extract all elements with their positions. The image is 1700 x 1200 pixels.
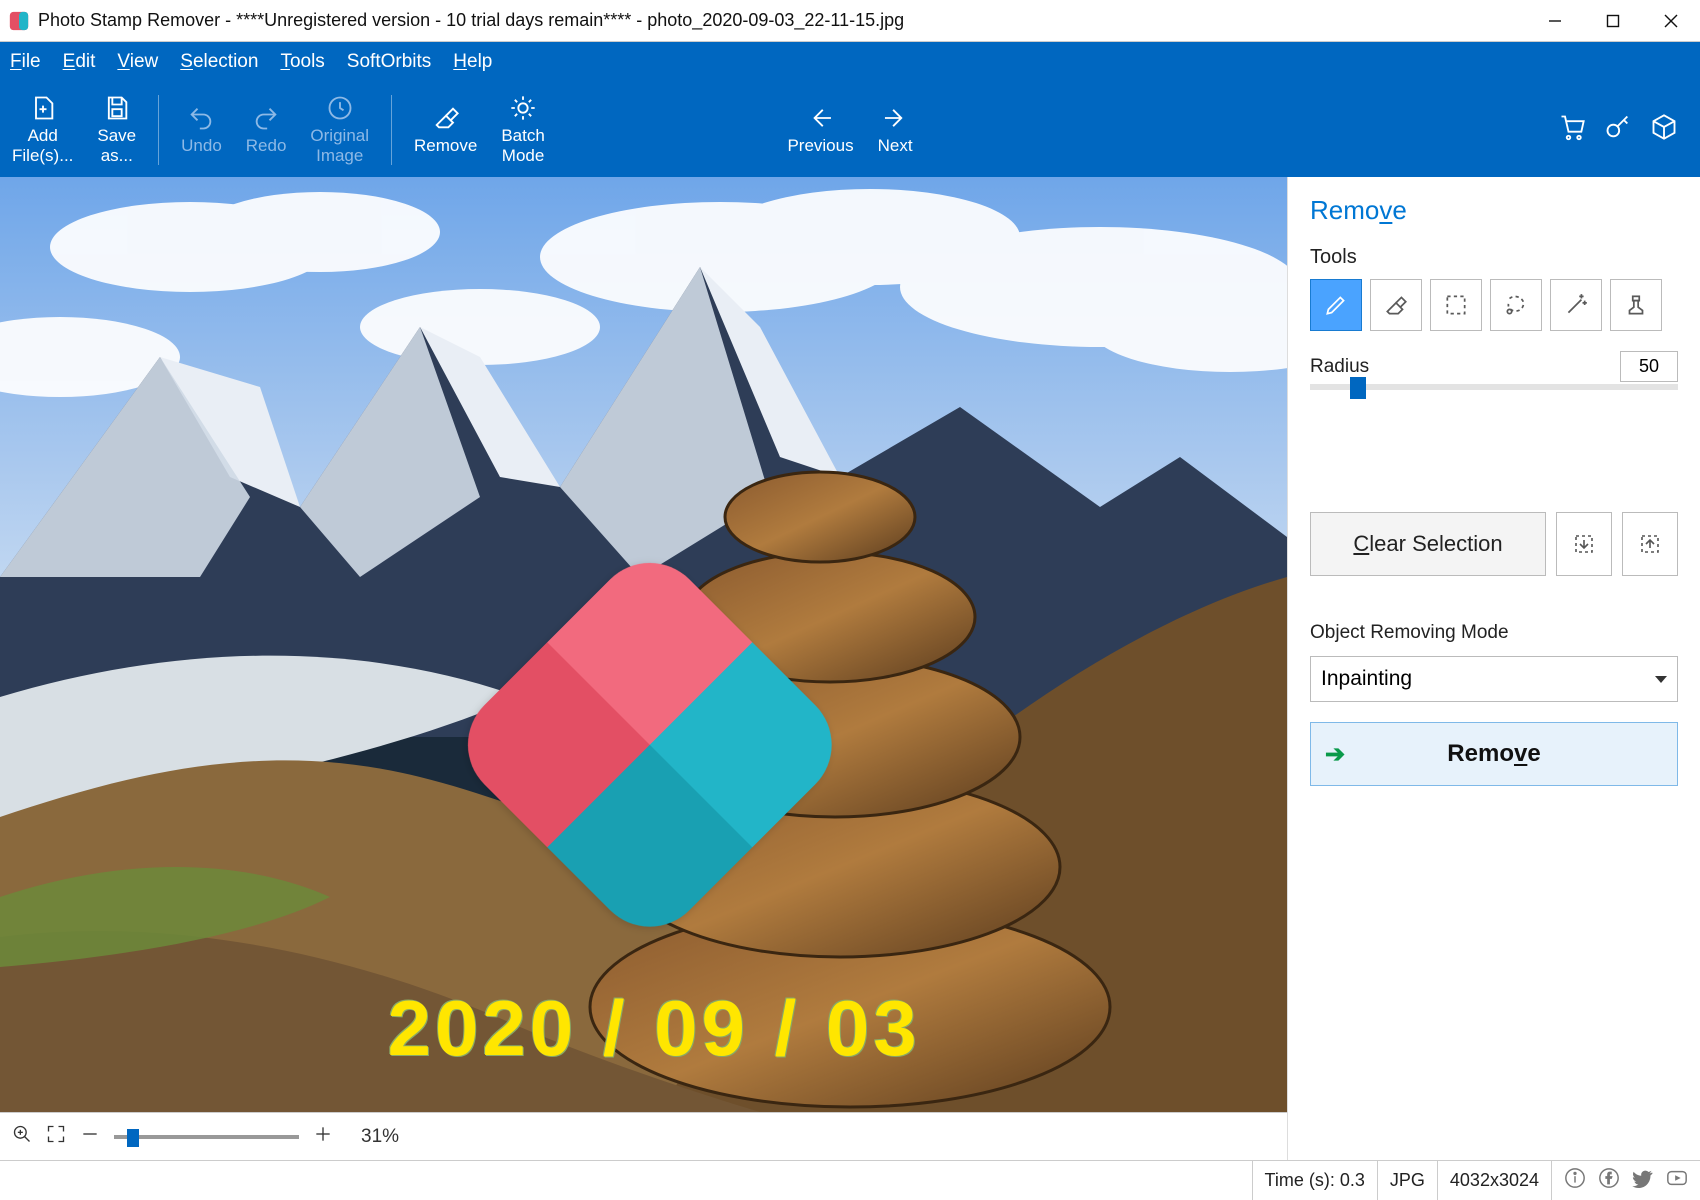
marker-tool[interactable] — [1310, 279, 1362, 331]
mode-value: Inpainting — [1321, 667, 1412, 691]
eraser-tool[interactable] — [1370, 279, 1422, 331]
close-button[interactable] — [1642, 0, 1700, 41]
remove-button-toolbar[interactable]: Remove — [402, 82, 489, 177]
status-dims: 4032x3024 — [1437, 1161, 1551, 1200]
date-stamp: 2020 / 09 / 03 — [388, 983, 921, 1074]
arrow-right-icon: ➔ — [1325, 740, 1345, 769]
clear-selection-button[interactable]: Clear Selection — [1310, 512, 1546, 576]
undo-button[interactable]: Undo — [169, 82, 234, 177]
zoom-bar: 31% — [0, 1112, 1287, 1160]
radius-input[interactable] — [1620, 351, 1678, 382]
remove-button[interactable]: ➔ Remove — [1310, 722, 1678, 786]
original-image-button[interactable]: Original Image — [298, 82, 381, 177]
status-format: JPG — [1377, 1161, 1437, 1200]
radius-slider[interactable] — [1310, 384, 1678, 390]
menu-view[interactable]: View — [117, 51, 158, 73]
minimize-button[interactable] — [1526, 0, 1584, 41]
mode-combo[interactable]: Inpainting — [1310, 656, 1678, 702]
key-icon[interactable] — [1604, 113, 1632, 146]
clone-stamp-tool[interactable] — [1610, 279, 1662, 331]
rectangle-select-tool[interactable] — [1430, 279, 1482, 331]
app-icon — [8, 10, 30, 32]
menu-help[interactable]: Help — [453, 51, 492, 73]
previous-button[interactable]: Previous — [775, 82, 865, 177]
mode-label: Object Removing Mode — [1310, 622, 1678, 644]
menu-softorbits[interactable]: SoftOrbits — [347, 51, 431, 73]
redo-button[interactable]: Redo — [234, 82, 299, 177]
facebook-icon[interactable] — [1598, 1167, 1620, 1194]
youtube-icon[interactable] — [1666, 1167, 1688, 1194]
save-selection-button[interactable] — [1556, 512, 1612, 576]
save-as-button[interactable]: Save as... — [85, 82, 148, 177]
menu-selection[interactable]: Selection — [180, 51, 258, 73]
load-selection-button[interactable] — [1622, 512, 1678, 576]
next-button[interactable]: Next — [866, 82, 925, 177]
chevron-down-icon — [1655, 676, 1667, 683]
status-bar: Time (s): 0.3 JPG 4032x3024 — [0, 1160, 1700, 1200]
window-controls — [1526, 0, 1700, 41]
box-icon[interactable] — [1650, 113, 1678, 146]
menu-edit[interactable]: Edit — [63, 51, 96, 73]
zoom-actual-icon[interactable] — [12, 1124, 32, 1149]
fit-screen-icon[interactable] — [46, 1124, 66, 1149]
cart-icon[interactable] — [1558, 113, 1586, 146]
image-canvas[interactable]: 2020 / 09 / 03 — [0, 177, 1287, 1112]
menubar: File Edit View Selection Tools SoftOrbit… — [0, 42, 1700, 82]
radius-label: Radius — [1310, 356, 1369, 378]
canvas-area: 2020 / 09 / 03 31% — [0, 177, 1287, 1160]
zoom-value: 31% — [361, 1126, 399, 1148]
menu-file[interactable]: File — [10, 51, 41, 73]
tools-label: Tools — [1310, 246, 1678, 269]
magic-wand-tool[interactable] — [1550, 279, 1602, 331]
menu-tools[interactable]: Tools — [280, 51, 324, 73]
maximize-button[interactable] — [1584, 0, 1642, 41]
panel-title: Remove — [1310, 195, 1678, 226]
twitter-icon[interactable] — [1632, 1167, 1654, 1194]
tool-row — [1310, 279, 1678, 331]
zoom-slider[interactable] — [114, 1135, 299, 1139]
batch-mode-button[interactable]: Batch Mode — [489, 82, 556, 177]
add-files-button[interactable]: Add File(s)... — [0, 82, 85, 177]
titlebar: Photo Stamp Remover - ****Unregistered v… — [0, 0, 1700, 42]
info-icon[interactable] — [1564, 1167, 1586, 1194]
window-title: Photo Stamp Remover - ****Unregistered v… — [38, 10, 1526, 31]
toolbar: Add File(s)... Save as... Undo Redo Orig… — [0, 82, 1700, 177]
zoom-out-icon[interactable] — [80, 1124, 100, 1149]
lasso-tool[interactable] — [1490, 279, 1542, 331]
zoom-in-icon[interactable] — [313, 1124, 333, 1149]
side-panel: Remove Tools Radius Clear Selection — [1287, 177, 1700, 1160]
status-time: Time (s): 0.3 — [1252, 1161, 1377, 1200]
